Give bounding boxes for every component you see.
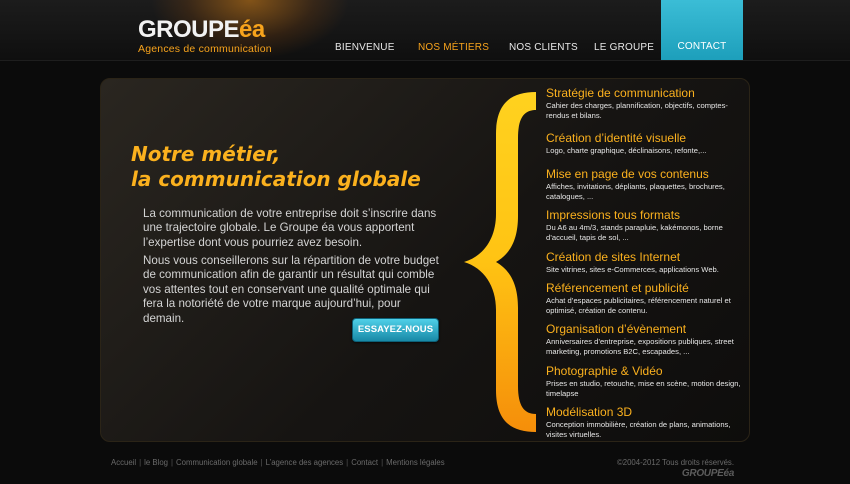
service-desc: Cahier des charges, plannification, obje… (546, 101, 728, 121)
service-title: Création d’identité visuelle (546, 131, 687, 145)
service-desc: Conception immobilière, création de plan… (546, 420, 731, 440)
site-header: GROUPEéa Agences de communication BIENVE… (0, 0, 850, 61)
service-title: Création de sites Internet (546, 250, 681, 264)
footer-separator: | (139, 458, 142, 467)
service-desc: Prises en studio, retouche, mise en scèn… (546, 379, 741, 399)
footer-link-agence[interactable]: L’agence des agences (266, 458, 344, 467)
intro-paragraph: La communication de votre entreprise doi… (143, 207, 437, 249)
service-title: Organisation d’évènement (546, 322, 687, 336)
service-item[interactable]: Mise en page de vos contenus Affiches, i… (546, 168, 746, 203)
service-item[interactable]: Référencement et publicité Achat d’espac… (546, 282, 746, 317)
service-desc: Affiches, invitations, dépliants, plaque… (546, 182, 725, 202)
service-item[interactable]: Création d’identité visuelle Logo, chart… (546, 132, 746, 156)
footer-separator: | (346, 458, 349, 467)
try-us-button[interactable]: ESSAYEZ-NOUS (352, 318, 439, 342)
service-title: Référencement et publicité (546, 281, 689, 295)
footer-link-accueil[interactable]: Accueil (111, 458, 136, 467)
service-desc: Site vitrines, sites e-Commerces, applic… (546, 265, 719, 274)
service-item[interactable]: Impressions tous formats Du A6 au 4m/3, … (546, 209, 746, 244)
page-headline: Notre métier, la communication globale (131, 142, 451, 192)
service-item[interactable]: Création de sites Internet Site vitrines… (546, 251, 746, 275)
service-title: Modélisation 3D (546, 405, 633, 419)
footer-separator: | (260, 458, 263, 467)
service-title: Impressions tous formats (546, 208, 681, 222)
nav-nos-metiers[interactable]: NOS MÉTIERS (418, 42, 489, 53)
footer-links: Accueil | le Blog | Communication globale | L’… (111, 458, 445, 467)
service-desc: Achat d’espaces publicitaires, référence… (546, 296, 731, 316)
service-title: Stratégie de communication (546, 86, 695, 100)
headline-line-2: la communication globale (131, 167, 421, 191)
nav-nos-clients[interactable]: NOS CLIENTS (509, 42, 578, 53)
nav-contact[interactable]: CONTACT (661, 0, 743, 60)
budget-paragraph: Nous vous conseillerons sur la répartiti… (143, 254, 439, 325)
footer-link-contact[interactable]: Contact (351, 458, 378, 467)
copyright-text: ©2004-2012 Tous droits réservés. (617, 458, 734, 467)
headline-line-1: Notre métier, (131, 142, 281, 166)
footer-link-communication[interactable]: Communication globale (176, 458, 257, 467)
site-logo[interactable]: GROUPEéa Agences de communication (138, 16, 272, 56)
logo-tagline: Agences de communication (138, 43, 272, 55)
service-item[interactable]: Organisation d’évènement Anniversaires d… (546, 323, 746, 358)
curly-brace-graphic (464, 92, 536, 432)
footer-logo: GROUPEéa (681, 468, 734, 479)
footer-separator: | (381, 458, 384, 467)
nav-le-groupe[interactable]: LE GROUPE (594, 42, 654, 53)
service-desc: Anniversaires d’entreprise, expositions … (546, 337, 734, 357)
service-desc: Du A6 au 4m/3, stands parapluie, kakémon… (546, 223, 723, 243)
service-item[interactable]: Stratégie de communication Cahier des ch… (546, 87, 746, 122)
footer-separator: | (171, 458, 174, 467)
footer-link-mentions[interactable]: Mentions légales (386, 458, 445, 467)
service-item[interactable]: Photographie & Vidéo Prises en studio, r… (546, 365, 746, 400)
footer-link-blog[interactable]: le Blog (144, 458, 168, 467)
nav-bienvenue[interactable]: BIENVENUE (335, 42, 395, 53)
service-title: Photographie & Vidéo (546, 364, 663, 378)
service-item[interactable]: Modélisation 3D Conception immobilière, … (546, 406, 746, 441)
service-desc: Logo, charte graphique, déclinaisons, re… (546, 146, 707, 155)
service-title: Mise en page de vos contenus (546, 167, 709, 181)
logo-wordmark: GROUPEéa (138, 16, 265, 43)
